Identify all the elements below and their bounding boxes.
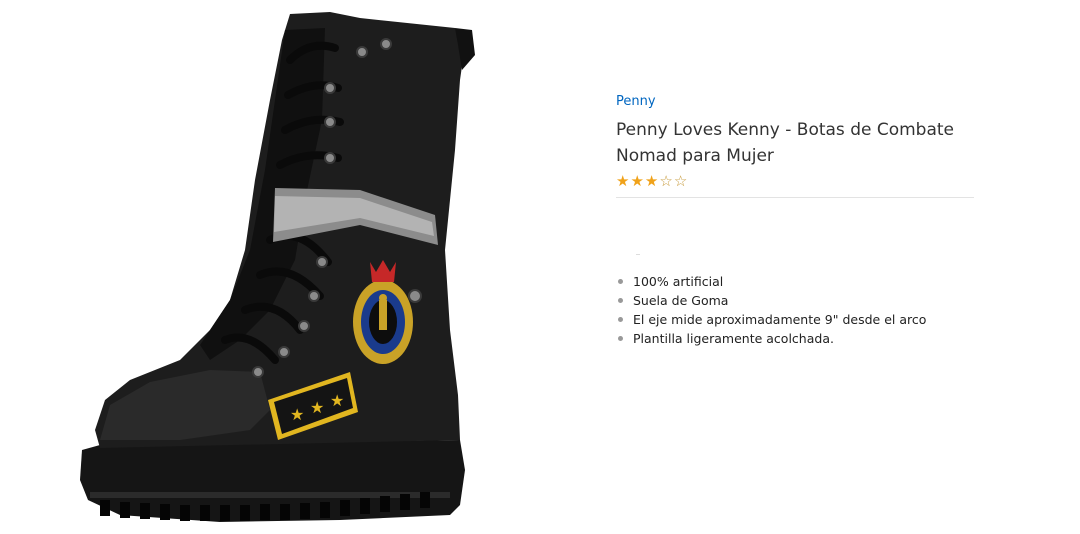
svg-text:★: ★ <box>290 405 304 424</box>
star-filled-icon: ★ <box>630 171 644 190</box>
brand-link[interactable]: Penny <box>616 94 656 109</box>
separator-mark <box>636 254 640 255</box>
feature-text: El eje mide aproximadamente 9" desde el … <box>633 312 927 327</box>
product-page: ★ ★ ★ Penny Penny Loves Kenny - Botas de… <box>0 0 1080 534</box>
divider <box>616 197 974 198</box>
feature-text: Plantilla ligeramente acolchada. <box>633 331 834 346</box>
star-filled-icon: ★ <box>616 171 630 190</box>
bullet-icon <box>618 279 623 284</box>
product-title: Penny Loves Kenny - Botas de Combate Nom… <box>616 120 955 166</box>
star-empty-icon: ☆ <box>673 171 688 190</box>
feature-text: Suela de Goma <box>633 293 729 308</box>
bullet-icon <box>618 317 623 322</box>
product-details: Penny Penny Loves Kenny - Botas de Comba… <box>616 90 974 346</box>
feature-list: 100% artificial Suela de Goma El eje mid… <box>618 272 978 348</box>
bullet-icon <box>618 336 623 341</box>
boot-icon: ★ ★ ★ <box>80 12 475 522</box>
star-filled-icon: ★ <box>644 171 659 190</box>
bullet-icon <box>618 298 623 303</box>
feature-item: El eje mide aproximadamente 9" desde el … <box>618 310 978 329</box>
feature-item: 100% artificial <box>618 272 978 291</box>
feature-text: 100% artificial <box>633 274 724 289</box>
star-empty-icon: ☆ <box>659 171 673 190</box>
star-rating[interactable]: ★ ★ ★ ☆ ☆ <box>616 173 974 189</box>
feature-item: Plantilla ligeramente acolchada. <box>618 329 978 348</box>
feature-item: Suela de Goma <box>618 291 978 310</box>
svg-text:★: ★ <box>330 391 344 410</box>
product-image[interactable]: ★ ★ ★ <box>60 0 490 534</box>
svg-text:★: ★ <box>310 398 324 417</box>
